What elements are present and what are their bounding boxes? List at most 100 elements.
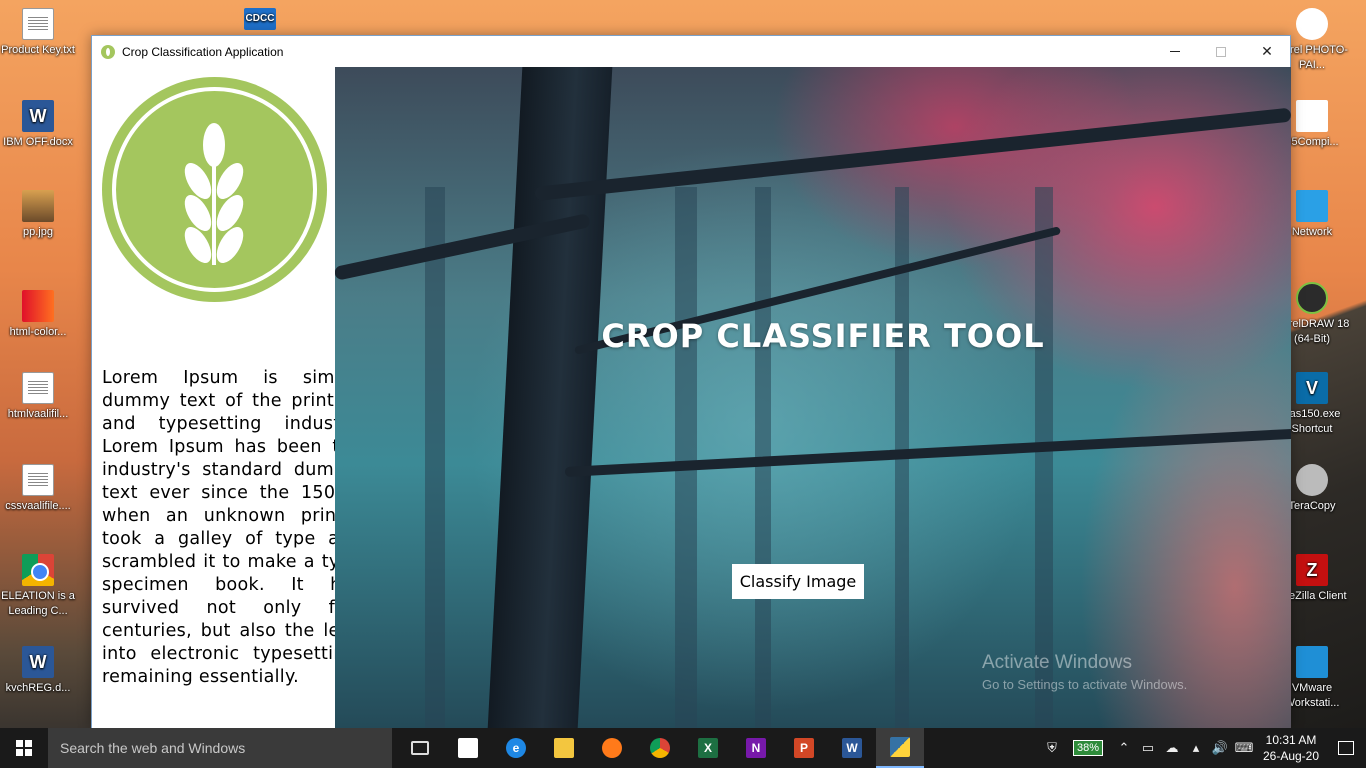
file-explorer-button[interactable] (540, 728, 588, 768)
coreldraw-icon (1296, 282, 1328, 314)
keyboard-icon[interactable]: ⌨ (1232, 728, 1256, 768)
clock-date: 26-Aug-20 (1262, 749, 1320, 763)
app-leaf-icon (101, 44, 115, 59)
background-tree (425, 187, 445, 729)
task-view-button[interactable] (396, 728, 444, 768)
crop-logo (102, 77, 327, 302)
minimize-icon (1170, 51, 1180, 52)
desktop-icon-eleation[interactable]: ELEATION is a Leading C... (0, 554, 76, 619)
power-icon[interactable]: ▭ (1136, 728, 1160, 768)
excel-button[interactable]: X (684, 728, 732, 768)
desktop-icon-label: cssvaalifile.... (5, 500, 71, 512)
chrome-icon (650, 738, 670, 758)
desktop-icon-label: ELEATION is a Leading C... (1, 590, 75, 617)
windows-logo-icon (16, 740, 32, 756)
desktop-icon-html-color[interactable]: html-color... (0, 290, 76, 340)
desktop-icon-cdcc[interactable]: CDCC (222, 8, 298, 33)
filezilla-icon: Z (1296, 554, 1328, 586)
defender-icon[interactable]: ⛨ (1040, 728, 1064, 768)
edge-button[interactable]: e (492, 728, 540, 768)
battery-indicator[interactable]: 38% (1064, 728, 1112, 768)
shortcut-v-icon: V (1296, 372, 1328, 404)
cdcc-icon: CDCC (244, 8, 276, 30)
battery-percent: 38% (1072, 740, 1104, 756)
wheat-icon (184, 123, 244, 265)
edge-icon: e (506, 738, 526, 758)
tool-heading: CROP CLASSIFIER TOOL (601, 317, 1045, 355)
desktop-icon-product-key[interactable]: Product Key.txt (0, 8, 76, 58)
desktop-icon-pp-jpg[interactable]: pp.jpg (0, 190, 76, 240)
onenote-icon: N (746, 738, 766, 758)
taskbar-search[interactable]: Search the web and Windows (48, 728, 392, 768)
main-panel: CROP CLASSIFIER TOOL Classify Image (335, 67, 1291, 729)
clock-time: 10:31 AM (1265, 733, 1317, 747)
search-placeholder: Search the web and Windows (60, 740, 246, 756)
store-icon (458, 738, 478, 758)
python-icon (890, 737, 910, 757)
show-hidden-icons-icon[interactable]: ⌃ (1112, 728, 1136, 768)
text-file-icon (22, 464, 54, 496)
desktop-icon-label: htmlvaalifil... (7, 408, 69, 420)
description-text: Lorem Ipsum is simply dummy text of the … (102, 368, 335, 687)
desktop-icon-label: pp.jpg (23, 226, 53, 238)
action-center-button[interactable] (1326, 728, 1366, 768)
start-button[interactable] (0, 728, 48, 768)
tree-branch (564, 428, 1291, 477)
desktop-icon-label: html-color... (9, 326, 67, 338)
activation-subtitle: Go to Settings to activate Windows. (982, 677, 1188, 692)
maximize-button[interactable] (1198, 36, 1244, 67)
tree-branch (534, 107, 1291, 201)
close-button[interactable]: ✕ (1244, 36, 1290, 67)
cloud-icon[interactable]: ☁ (1160, 728, 1184, 768)
notification-icon (1338, 741, 1354, 755)
word-button[interactable]: W (828, 728, 876, 768)
word-file-icon: W (22, 646, 54, 678)
network-status-icon[interactable]: ▴ (1184, 728, 1208, 768)
store-button[interactable] (444, 728, 492, 768)
excel-icon: X (698, 738, 718, 758)
text-file-icon (22, 8, 54, 40)
taskbar: Search the web and Windows e X N P W ⛨ 3… (0, 728, 1366, 768)
title-bar[interactable]: Crop Classification Application ✕ (92, 36, 1290, 67)
java-icon (1296, 100, 1328, 132)
app-window: Crop Classification Application ✕ Lorem … (91, 35, 1291, 729)
word-file-icon: W (22, 100, 54, 132)
desktop-icon-cssvaalifile[interactable]: cssvaalifile.... (0, 464, 76, 514)
system-tray: ⛨ 38% ⌃ ▭ ☁ ▴ 🔊 ⌨ 10:31 AM 26-Aug-20 (1040, 728, 1366, 768)
network-icon (1296, 190, 1328, 222)
firefox-icon (602, 738, 622, 758)
background-tree (1035, 187, 1053, 729)
taskbar-apps: e X N P W (396, 728, 924, 768)
desktop-icon-kvchreg[interactable]: W kvchREG.d... (0, 646, 76, 696)
text-file-icon (22, 372, 54, 404)
background-tree (675, 187, 697, 729)
corel-photo-paint-icon (1296, 8, 1328, 40)
powerpoint-button[interactable]: P (780, 728, 828, 768)
powerpoint-icon: P (794, 738, 814, 758)
window-title: Crop Classification Application (122, 44, 284, 59)
onenote-button[interactable]: N (732, 728, 780, 768)
volume-icon[interactable]: 🔊 (1208, 728, 1232, 768)
image-file-icon (22, 190, 54, 222)
maximize-icon (1216, 46, 1226, 57)
activation-watermark: Activate Windows Go to Settings to activ… (982, 652, 1187, 692)
minimize-button[interactable] (1152, 36, 1198, 67)
desktop-icon-label: Product Key.txt (1, 44, 75, 56)
word-icon: W (842, 738, 862, 758)
firefox-button[interactable] (588, 728, 636, 768)
desktop-icon-label: kvchREG.d... (5, 682, 71, 694)
sidebar: Lorem Ipsum is simply dummy text of the … (92, 67, 335, 729)
classify-image-button[interactable]: Classify Image (732, 564, 864, 599)
task-view-icon (411, 741, 429, 755)
python-app-button[interactable] (876, 728, 924, 768)
chrome-icon (22, 554, 54, 586)
desktop-icon-htmlvaalifil[interactable]: htmlvaalifil... (0, 372, 76, 422)
desktop-icon-ibm-off[interactable]: W IBM OFF.docx (0, 100, 76, 150)
gradient-file-icon (22, 290, 54, 322)
chrome-button[interactable] (636, 728, 684, 768)
teracopy-icon (1296, 464, 1328, 496)
vmware-icon (1296, 646, 1328, 678)
activation-title: Activate Windows (982, 652, 1132, 673)
close-icon: ✕ (1261, 43, 1273, 59)
clock[interactable]: 10:31 AM 26-Aug-20 (1256, 732, 1326, 764)
